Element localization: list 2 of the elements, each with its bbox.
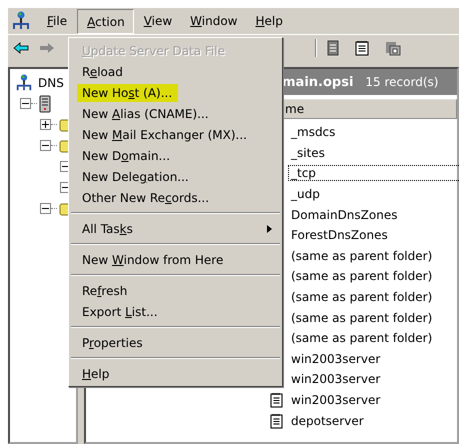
record-count: 15 record(s) [365,75,438,89]
zone-title: main.opsi [282,74,354,90]
